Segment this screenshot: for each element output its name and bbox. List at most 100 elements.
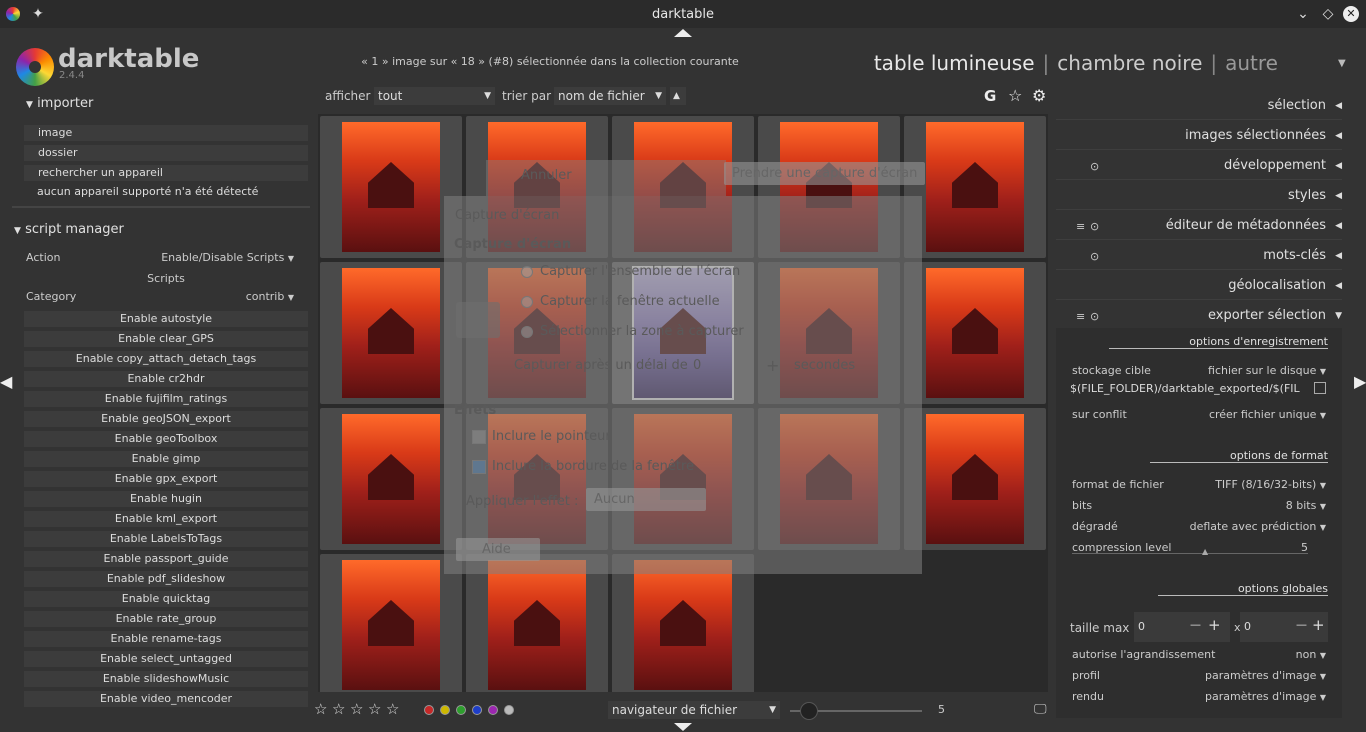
grouping-icon[interactable]: G: [984, 87, 996, 105]
presets-icon[interactable]: ≡: [1076, 310, 1085, 323]
top-panel-toggle-icon[interactable]: [674, 29, 692, 37]
module-geotagging[interactable]: géolocalisation ◀: [1056, 274, 1342, 300]
zoom-slider-handle[interactable]: [800, 702, 818, 720]
bottom-panel-toggle-icon[interactable]: [674, 723, 692, 731]
apply-effect-dropdown[interactable]: Aucun: [586, 488, 706, 511]
module-selected-images[interactable]: images sélectionnées ◀: [1056, 124, 1342, 150]
script-toggle-button[interactable]: Enable clear_GPS: [24, 331, 308, 347]
import-folder-button[interactable]: dossier: [24, 145, 308, 161]
thumbnail-cell[interactable]: [320, 554, 462, 692]
views-dropdown-icon[interactable]: ▼: [1338, 58, 1346, 69]
view-lighttable[interactable]: table lumineuse: [874, 51, 1035, 75]
file-format-dropdown[interactable]: TIFF (8/16/32-bits) ▼: [1215, 478, 1326, 491]
thumbnail-cell[interactable]: [320, 116, 462, 258]
slider-marker-icon[interactable]: ▲: [1202, 547, 1208, 556]
script-toggle-button[interactable]: Enable slideshowMusic: [24, 671, 308, 687]
intent-dropdown[interactable]: paramètres d'image ▼: [1205, 690, 1326, 703]
left-panel-toggle-icon[interactable]: ◀: [0, 372, 12, 391]
script-toggle-button[interactable]: Enable gimp: [24, 451, 308, 467]
script-toggle-button[interactable]: Enable kml_export: [24, 511, 308, 527]
reset-icon[interactable]: ⊙: [1090, 160, 1099, 173]
script-toggle-button[interactable]: Enable rate_group: [24, 611, 308, 627]
thumbnail-cell[interactable]: [904, 262, 1046, 404]
script-toggle-button[interactable]: Enable copy_attach_detach_tags: [24, 351, 308, 367]
star-4-icon[interactable]: ☆: [368, 700, 381, 718]
cancel-button[interactable]: Annuler: [521, 168, 572, 183]
take-screenshot-button[interactable]: Prendre une capture d'écran: [724, 162, 926, 185]
include-pointer-checkbox[interactable]: [472, 430, 486, 444]
script-manager-header[interactable]: ▼ script manager: [14, 222, 124, 237]
on-conflict-dropdown[interactable]: créer fichier unique ▼: [1209, 408, 1326, 421]
script-toggle-button[interactable]: Enable rename-tags: [24, 631, 308, 647]
star-3-icon[interactable]: ☆: [350, 700, 363, 718]
star-2-icon[interactable]: ☆: [332, 700, 345, 718]
script-toggle-button[interactable]: Enable geoJSON_export: [24, 411, 308, 427]
script-toggle-button[interactable]: Enable select_untagged: [24, 651, 308, 667]
module-tagging[interactable]: ⊙ mots-clés ◀: [1056, 244, 1342, 270]
max-height-input[interactable]: 0— +: [1240, 612, 1328, 642]
show-dropdown[interactable]: tout ▼: [374, 87, 495, 105]
view-darkroom[interactable]: chambre noire: [1057, 51, 1202, 75]
monitor-icon[interactable]: 🖵: [1034, 702, 1047, 717]
minimize-icon[interactable]: ⌄: [1295, 6, 1311, 22]
sort-direction-icon[interactable]: ▲: [670, 87, 686, 105]
module-selection[interactable]: sélection ◀: [1056, 94, 1342, 120]
gear-icon[interactable]: ⚙: [1032, 86, 1046, 105]
script-toggle-button[interactable]: Enable quicktag: [24, 591, 308, 607]
profile-dropdown[interactable]: paramètres d'image ▼: [1205, 669, 1326, 682]
script-toggle-button[interactable]: Enable pdf_slideshow: [24, 571, 308, 587]
scan-devices-button[interactable]: rechercher un appareil: [24, 165, 308, 181]
entire-screen-radio[interactable]: [521, 266, 533, 278]
script-toggle-button[interactable]: Enable geoToolbox: [24, 431, 308, 447]
script-toggle-button[interactable]: Enable autostyle: [24, 311, 308, 327]
module-history[interactable]: ⊙ développement ◀: [1056, 154, 1342, 180]
maximize-icon[interactable]: ◇: [1320, 6, 1336, 22]
folder-icon[interactable]: [1314, 382, 1326, 394]
action-dropdown[interactable]: Enable/Disable Scripts ▼: [152, 251, 294, 264]
thumbnail-cell[interactable]: [466, 554, 608, 692]
select-area-radio[interactable]: [521, 326, 533, 338]
color-label-yellow[interactable]: [440, 705, 450, 715]
export-path-input[interactable]: $(FILE_FOLDER)/darktable_exported/$(FIL: [1070, 382, 1310, 398]
zoom-value[interactable]: 5: [938, 703, 945, 716]
bits-dropdown[interactable]: 8 bits ▼: [1286, 499, 1326, 512]
import-header[interactable]: ▼ importer: [26, 96, 93, 111]
reset-icon[interactable]: ⊙: [1090, 250, 1099, 263]
compression-level-slider[interactable]: [1072, 553, 1308, 554]
compression-dropdown[interactable]: deflate avec prédiction ▼: [1190, 520, 1326, 533]
module-metadata[interactable]: ≡ ⊙ éditeur de métadonnées ◀: [1056, 214, 1342, 240]
thumbnail-cell[interactable]: [612, 554, 754, 692]
import-image-button[interactable]: image: [24, 125, 308, 141]
include-border-checkbox[interactable]: [472, 460, 486, 474]
color-label-blue[interactable]: [472, 705, 482, 715]
reset-icon[interactable]: ⊙: [1090, 220, 1099, 233]
thumbnail-cell[interactable]: [904, 116, 1046, 258]
script-toggle-button[interactable]: Enable video_mencoder: [24, 691, 308, 707]
script-toggle-button[interactable]: Enable fujifilm_ratings: [24, 391, 308, 407]
layout-dropdown[interactable]: navigateur de fichier ▼: [608, 701, 780, 719]
category-dropdown[interactable]: contrib ▼: [192, 290, 294, 303]
module-styles[interactable]: styles ◀: [1056, 184, 1342, 210]
color-label-gray[interactable]: [504, 705, 514, 715]
star-5-icon[interactable]: ☆: [386, 700, 399, 718]
star-1-icon[interactable]: ☆: [314, 700, 327, 718]
max-width-input[interactable]: 0— +: [1134, 612, 1230, 642]
delay-input[interactable]: 0: [693, 358, 701, 373]
thumbnail-cell[interactable]: [904, 408, 1046, 550]
close-icon[interactable]: ✕: [1343, 6, 1359, 22]
module-export[interactable]: ≡ ⊙ exporter sélection ▼: [1056, 304, 1342, 330]
color-label-red[interactable]: [424, 705, 434, 715]
thumbnail-cell[interactable]: [320, 262, 462, 404]
script-toggle-button[interactable]: Enable gpx_export: [24, 471, 308, 487]
script-toggle-button[interactable]: Enable passport_guide: [24, 551, 308, 567]
thumbnail-cell[interactable]: [320, 408, 462, 550]
view-other[interactable]: autre: [1225, 51, 1278, 75]
color-label-purple[interactable]: [488, 705, 498, 715]
right-panel-toggle-icon[interactable]: ▶: [1354, 372, 1366, 391]
script-toggle-button[interactable]: Enable cr2hdr: [24, 371, 308, 387]
script-toggle-button[interactable]: Enable LabelsToTags: [24, 531, 308, 547]
sort-dropdown[interactable]: nom de fichier ▼: [554, 87, 666, 105]
target-storage-dropdown[interactable]: fichier sur le disque ▼: [1208, 364, 1326, 377]
current-window-radio[interactable]: [521, 296, 533, 308]
delay-increment-icon[interactable]: +: [766, 356, 779, 375]
